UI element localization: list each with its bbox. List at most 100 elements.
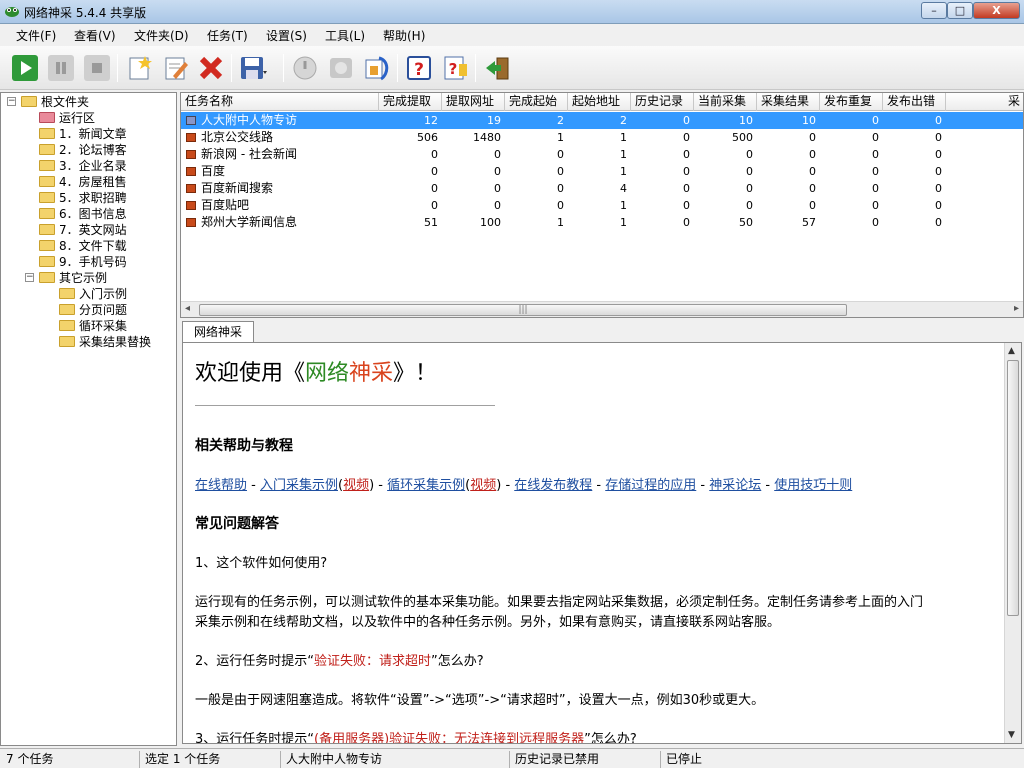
menu-tools[interactable]: 工具(L) (323, 27, 367, 44)
link-stored-procedure[interactable]: 存储过程的应用 (605, 478, 696, 493)
menu-help[interactable]: 帮助(H) (381, 27, 427, 44)
tree-item-english[interactable]: 7．英文网站 (39, 222, 127, 238)
faq-question-2: 2、运行任务时提示“验证失败：请求超时”怎么办? (195, 654, 484, 669)
column-header[interactable]: 历史记录 (631, 93, 694, 111)
column-header[interactable]: 发布出错 (883, 93, 946, 111)
collapse-toggle-icon[interactable]: − (7, 97, 16, 106)
link-loop-video[interactable]: 视频 (470, 478, 496, 493)
link-intro-example[interactable]: 入门采集示例 (260, 478, 338, 493)
new-task-icon[interactable] (125, 54, 153, 82)
horizontal-scrollbar[interactable]: ◂ ||| ▸ (181, 301, 1023, 317)
column-header[interactable]: 发布重复 (820, 93, 883, 111)
close-button[interactable]: X (973, 2, 1020, 19)
task-value-cell: 51 (424, 216, 438, 229)
tree-item-run-area[interactable]: 运行区 (39, 110, 95, 126)
scrollbar-thumb[interactable] (1007, 360, 1019, 616)
delete-task-icon[interactable] (197, 54, 225, 82)
column-header[interactable]: 完成提取 (379, 93, 442, 111)
table-row[interactable]: 北京公交线路 506 1480 1 1 0 500 0 0 0 (181, 129, 1023, 146)
task-name-cell: 人大附中人物专访 (201, 113, 298, 127)
scrollbar-thumb[interactable]: ||| (199, 304, 847, 316)
help-icon[interactable]: ? (405, 54, 433, 82)
task-value-cell: 0 (872, 216, 879, 229)
task-value-cell: 0 (557, 148, 564, 161)
table-row[interactable]: 新浪网 - 社会新闻 0 0 0 1 0 0 0 0 0 (181, 146, 1023, 163)
link-forum[interactable]: 神采论坛 (709, 478, 761, 493)
scroll-right-icon[interactable]: ▸ (1014, 303, 1019, 314)
tree-item-replace[interactable]: 采集结果替换 (59, 334, 151, 350)
tree-item-intro-example[interactable]: 入门示例 (59, 286, 127, 302)
tree-item-forum[interactable]: 2．论坛博客 (39, 142, 127, 158)
tree-item-paging[interactable]: 分页问题 (59, 302, 127, 318)
column-header[interactable]: 采 (946, 93, 1023, 111)
menu-folder[interactable]: 文件夹(D) (132, 27, 191, 44)
disabled-export-icon[interactable] (327, 54, 355, 82)
column-header[interactable]: 完成起始 (505, 93, 568, 111)
menu-view[interactable]: 查看(V) (72, 27, 118, 44)
table-row[interactable]: 百度贴吧 0 0 0 1 0 0 0 0 0 (181, 197, 1023, 214)
column-header[interactable]: 起始地址 (568, 93, 631, 111)
tips-icon[interactable]: ? (441, 54, 469, 82)
wizard-icon[interactable] (363, 54, 391, 82)
task-value-cell: 0 (431, 148, 438, 161)
maximize-button[interactable]: □ (947, 2, 973, 19)
column-header[interactable]: 采集结果 (757, 93, 820, 111)
column-header[interactable]: 提取网址 (442, 93, 505, 111)
scroll-down-icon[interactable]: ▼ (1008, 730, 1015, 740)
link-online-help[interactable]: 在线帮助 (195, 478, 247, 493)
title-bar: 网络神采 5.4.4 共享版 – □ X (0, 0, 1024, 24)
table-row[interactable]: 百度新闻搜索 0 0 0 4 0 0 0 0 0 (181, 180, 1023, 197)
stop-icon[interactable] (83, 54, 111, 82)
tree-item-loop[interactable]: 循环采集 (59, 318, 127, 334)
table-row[interactable]: 百度 0 0 0 1 0 0 0 0 0 (181, 163, 1023, 180)
menu-settings[interactable]: 设置(S) (264, 27, 309, 44)
menu-task[interactable]: 任务(T) (205, 27, 250, 44)
task-value-cell: 0 (809, 131, 816, 144)
edit-task-icon[interactable] (161, 54, 189, 82)
task-name-cell: 百度新闻搜索 (201, 181, 274, 195)
task-value-cell: 10 (739, 114, 753, 127)
folder-icon (39, 176, 55, 187)
folder-icon (39, 240, 55, 251)
table-row[interactable]: 人大附中人物专访 12 19 2 2 0 10 10 0 0 (181, 112, 1023, 129)
column-header[interactable]: 当前采集 (694, 93, 757, 111)
play-icon[interactable] (11, 54, 39, 82)
link-intro-video[interactable]: 视频 (343, 478, 369, 493)
tree-item-news[interactable]: 1．新闻文章 (39, 126, 127, 142)
tree-item-books[interactable]: 6．图书信息 (39, 206, 127, 222)
disabled-power-icon[interactable] (291, 54, 319, 82)
collapse-toggle-icon[interactable]: − (25, 273, 34, 282)
table-row[interactable]: 郑州大学新闻信息 51 100 1 1 0 50 57 0 0 (181, 214, 1023, 231)
tree-item-download[interactable]: 8．文件下载 (39, 238, 127, 254)
task-value-cell: 0 (683, 199, 690, 212)
task-value-cell: 506 (417, 131, 438, 144)
toolbar-separator (283, 54, 284, 82)
tree-item-housing[interactable]: 4．房屋租售 (39, 174, 127, 190)
tree-root[interactable]: 根文件夹 (21, 94, 89, 110)
task-value-cell: 4 (620, 182, 627, 195)
scroll-up-icon[interactable]: ▲ (1008, 346, 1015, 356)
menu-file[interactable]: 文件(F) (14, 27, 58, 44)
task-value-cell: 2 (620, 114, 627, 127)
scroll-left-icon[interactable]: ◂ (185, 303, 190, 314)
pause-icon[interactable] (47, 54, 75, 82)
task-value-cell: 10 (802, 114, 816, 127)
tree-item-jobs[interactable]: 5．求职招聘 (39, 190, 127, 206)
status-bar: 7 个任务 选定 1 个任务 人大附中人物专访 历史记录已禁用 已停止 (0, 748, 1024, 768)
exit-icon[interactable] (483, 54, 511, 82)
column-header[interactable]: 任务名称 (181, 93, 379, 111)
minimize-button[interactable]: – (921, 2, 947, 19)
tab-home[interactable]: 网络神采 (182, 321, 254, 342)
toolbar-separator (397, 54, 398, 82)
tree-item-company[interactable]: 3．企业名录 (39, 158, 127, 174)
vertical-scrollbar[interactable]: ▲ ▼ (1004, 343, 1021, 743)
svg-text:?: ? (414, 60, 424, 80)
task-value-cell: 0 (872, 114, 879, 127)
link-publish-tutorial[interactable]: 在线发布教程 (514, 478, 592, 493)
save-icon[interactable] (239, 54, 267, 82)
folder-icon (39, 224, 55, 235)
link-tips[interactable]: 使用技巧十则 (774, 478, 852, 493)
tree-item-phone[interactable]: 9．手机号码 (39, 254, 127, 270)
link-loop-example[interactable]: 循环采集示例 (387, 478, 465, 493)
tree-item-other-examples[interactable]: 其它示例 (39, 270, 107, 286)
